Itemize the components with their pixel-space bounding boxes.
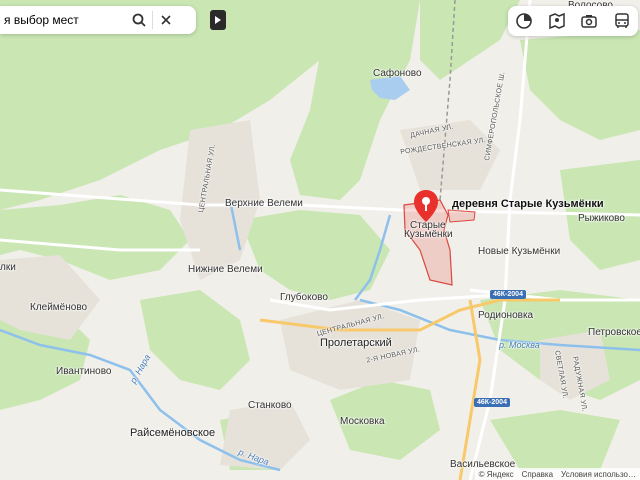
panorama-button[interactable] [545, 9, 569, 33]
play-icon [215, 16, 221, 24]
search-bar [0, 6, 196, 34]
road-shield-1: 46К-2004 [490, 290, 526, 299]
layers-button[interactable] [512, 9, 536, 33]
label-glubokovo: Глубоково [280, 292, 328, 303]
layers-toolbar [508, 6, 638, 36]
label-ryzhikovo: Рыжиково [578, 213, 625, 224]
label-klemenovo: Клеймёново [30, 302, 88, 313]
map-canvas[interactable] [0, 0, 640, 480]
label-safonovo: Сафоново [373, 68, 422, 79]
transit-button[interactable] [610, 9, 634, 33]
pin-icon [414, 190, 438, 222]
label-moskva-river: р. Москва [499, 340, 540, 350]
photo-button[interactable] [577, 9, 601, 33]
search-button[interactable] [126, 6, 152, 34]
clear-search-button[interactable] [153, 6, 179, 34]
search-icon [132, 13, 146, 27]
help-link[interactable]: Справка [522, 470, 553, 479]
label-novye-kuzmenki: Новые Кузьмёнки [478, 246, 561, 257]
label-kuzmenki: Кузьмёнки [404, 229, 453, 240]
layers-icon [516, 13, 533, 29]
terms-link[interactable]: Условия использо… [561, 470, 636, 479]
panorama-icon [549, 12, 565, 30]
label-nizhnie-velemi: Нижние Велеми [188, 264, 263, 275]
selected-place-label[interactable]: деревня Старые Кузьмёнки [452, 198, 604, 210]
search-input[interactable] [0, 12, 126, 28]
photo-icon [581, 15, 597, 28]
collapse-panel-button[interactable] [210, 10, 226, 30]
map-footer: © Яндекс Справка Условия использо… [474, 468, 640, 480]
label-petrovskoe: Петровское [588, 327, 640, 338]
label-moskovka: Московка [340, 416, 385, 427]
label-raisemenovskoe: Райсемёновское [130, 427, 216, 439]
location-pin[interactable] [413, 189, 439, 223]
label-rodionovka: Родионовка [478, 310, 534, 321]
road-shield-2: 46К-2004 [474, 398, 510, 407]
label-ivantinovo: Ивантиново [56, 366, 112, 377]
label-stankovo: Станково [248, 400, 292, 411]
yandex-copyright: © Яндекс [478, 469, 514, 479]
label-proletarsky: Пролетарский [320, 337, 392, 349]
close-icon [161, 15, 171, 25]
bus-icon [615, 13, 629, 28]
label-verkhnie-velemi: Верхние Велеми [225, 198, 303, 209]
label-lki: лки [0, 262, 16, 273]
